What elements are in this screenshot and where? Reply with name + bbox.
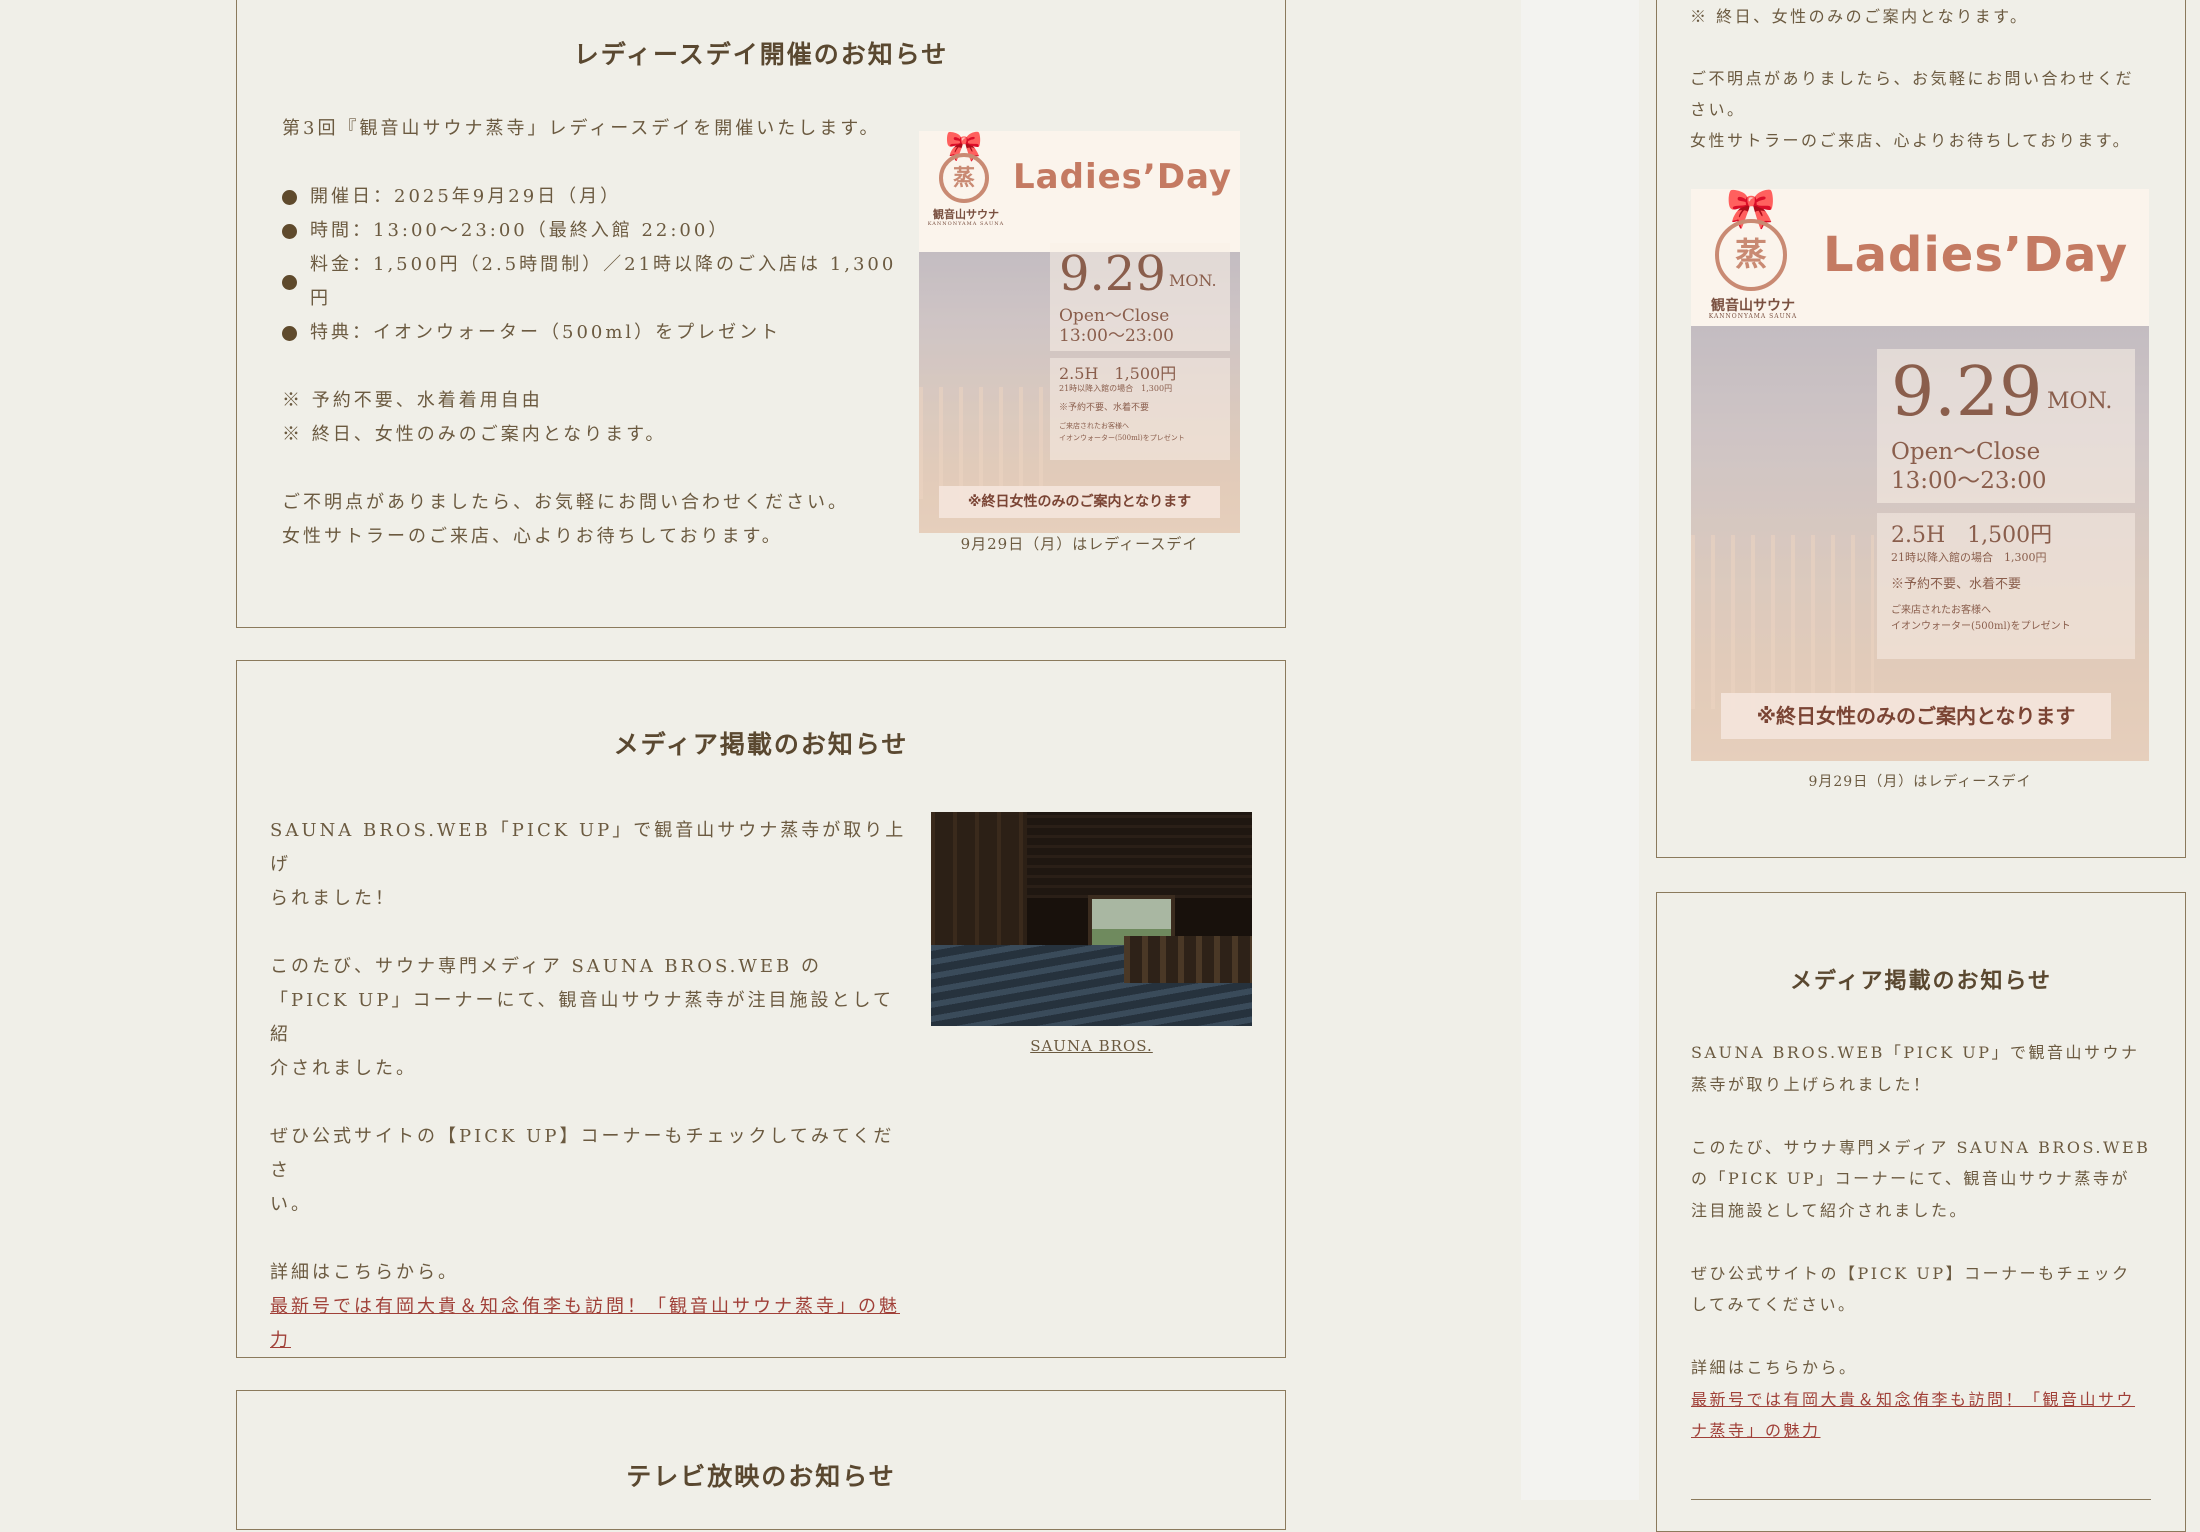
logo-icon: 蒸 [939, 153, 989, 203]
media-card: メディア掲載のお知らせ SAUNA BROS.WEB「PICK UP」で観音山サ… [236, 660, 1286, 1358]
bullet-dot [282, 189, 297, 205]
poster-brand-sub: KANNONYAMA SAUNA [927, 221, 1005, 227]
sauna-photo[interactable] [931, 812, 1252, 1026]
right-media-para1-line2: 蒸寺が取り上げられました！ [1691, 1074, 1932, 1094]
poster-banner: ※終日女性のみのご案内となります [939, 486, 1220, 518]
right-ladies-day-poster[interactable]: 🎀 蒸 観音山サウナ KANNONYAMA SAUNA Ladies’Day 9… [1691, 189, 2149, 761]
poster-gift-1: ご来店されたお客様へ [1059, 422, 1129, 430]
bullet-price: 料金：1,500円（2.5時間制）／21時以降のご入店は 1,300円 [282, 248, 902, 316]
poster-price: 2.5H 1,500円 [1059, 364, 1177, 383]
ladies-day-intro: 第3回『観音山サウナ蒸寺」レディースデイを開催いたします。 [282, 118, 881, 139]
media-card-title: メディア掲載のお知らせ [613, 730, 909, 759]
media-details-text: 詳細はこちらから。 [270, 1262, 459, 1283]
right-media-body: SAUNA BROS.WEB「PICK UP」で観音山サウナ 蒸寺が取り上げられ… [1691, 1037, 2161, 1447]
poster-price: 2.5H 1,500円 [1891, 523, 2053, 548]
right-media-card: メディア掲載のお知らせ SAUNA BROS.WEB「PICK UP」で観音山サ… [1656, 892, 2186, 1532]
right-media-para1-line1: SAUNA BROS.WEB「PICK UP」で観音山サウナ [1691, 1043, 2140, 1062]
poster-note: ※予約不要、水着不要 [1059, 403, 1150, 413]
right-media-details-text: 詳細はこちらから。 [1691, 1358, 1858, 1377]
ladies-day-title: レディースデイ開催のお知らせ [573, 40, 949, 69]
right-ladies-image-caption: 9月29日（月）はレディースデイ [1808, 774, 2032, 790]
tv-card: テレビ放映のお知らせ [236, 1390, 1286, 1530]
sauna-bros-caption-link[interactable]: SAUNA BROS. [931, 1037, 1252, 1055]
closing-line-2: 女性サトラーのご来店、心よりお待ちしております。 [282, 526, 783, 547]
ladies-day-card: レディースデイ開催のお知らせ 第3回『観音山サウナ蒸寺」レディースデイを開催いた… [236, 0, 1286, 628]
right-ladies-body: ※ 終日、女性のみのご案内となります。 ご不明点がありましたら、お気軽にお問い合… [1690, 1, 2170, 156]
poster-weekday: MON. [2047, 389, 2113, 414]
media-para3-line1: ぜひ公式サイトの【PICK UP】コーナーもチェックしてみてくださ [270, 1126, 895, 1181]
tv-card-title: テレビ放映のお知らせ [626, 1462, 896, 1491]
poster-weekday: MON. [1169, 271, 1217, 290]
poster-gift-2: イオンウォーター(500ml)をプレゼント [1891, 621, 2071, 632]
poster-gift-2: イオンウォーター(500ml)をプレゼント [1059, 434, 1185, 442]
poster-gift-1: ご来店されたお客様へ [1891, 605, 1991, 616]
right-media-article-link[interactable]: 最新号では有岡大貴＆知念侑李も訪問！「観音山サウ ナ蒸寺」の魅力 [1691, 1384, 2161, 1447]
poster-brand: 観音山サウナ [1711, 298, 1795, 314]
media-para2-line2: 「PICK UP」コーナーにて、観音山サウナ蒸寺が注目施設として紹 [270, 990, 895, 1045]
right-closing-line-1: ご不明点がありましたら、お気軽にお問い合わせくだ [1690, 69, 2135, 88]
poster-brand-sub: KANNONYAMA SAUNA [1708, 313, 1798, 320]
bullet-dot [282, 274, 297, 290]
note-women-only: ※ 終日、女性のみのご案内となります。 [282, 424, 667, 445]
poster-banner: ※終日女性のみのご案内となります [1721, 693, 2111, 739]
right-closing-line-3: 女性サトラーのご来店、心よりお待ちしております。 [1690, 131, 2132, 150]
ladies-day-image-caption: 9月29日（月）はレディースデイ [960, 535, 1199, 553]
page-gutter [1521, 0, 1639, 1500]
ladies-day-poster[interactable]: 🎀 蒸 観音山サウナ KANNONYAMA SAUNA Ladies’Day 9… [919, 131, 1240, 533]
right-media-para2-line3: 注目施設として紹介されました。 [1691, 1200, 1969, 1220]
poster-note: ※予約不要、水着不要 [1891, 577, 2022, 592]
poster-hours: 13:00〜23:00 [1059, 326, 1174, 346]
poster-date: 9.29 [1891, 353, 2043, 432]
media-article-link[interactable]: 最新号では有岡大貴＆知念侑李も訪問！「観音山サウナ蒸寺」の魅力 [270, 1290, 910, 1358]
media-para2-line1: このたび、サウナ専門メディア SAUNA BROS.WEB の [270, 956, 822, 977]
right-media-para2-line2: の「PICK UP」コーナーにて、観音山サウナ蒸寺が [1691, 1169, 2130, 1188]
right-media-para3-line1: ぜひ公式サイトの【PICK UP】コーナーもチェック [1691, 1263, 2131, 1283]
bullet-dot [282, 223, 297, 239]
bullet-date: 開催日：2025年9月29日（月） [282, 180, 902, 214]
poster-hours: 13:00〜23:00 [1891, 468, 2047, 494]
poster-price-note: 21時以降入館の場合 1,300円 [1059, 384, 1173, 393]
bullet-dot [282, 325, 297, 341]
right-media-para3-line2: してみてください。 [1691, 1295, 1857, 1314]
media-para2-line3: 介されました。 [270, 1058, 417, 1079]
poster-heading: Ladies’Day [1013, 157, 1233, 197]
media-para3-line2: い。 [270, 1194, 312, 1215]
right-ladies-card: ※ 終日、女性のみのご案内となります。 ご不明点がありましたら、お気軽にお問い合… [1656, 0, 2186, 858]
poster-brand: 観音山サウナ [933, 208, 999, 221]
note-reservation: ※ 予約不要、水着着用自由 [282, 390, 543, 411]
ladies-day-body: 第3回『観音山サウナ蒸寺」レディースデイを開催いたします。 開催日：2025年9… [282, 112, 902, 554]
poster-date: 9.29 [1059, 246, 1166, 302]
right-media-card-title: メディア掲載のお知らせ [1789, 968, 2053, 994]
logo-icon: 蒸 [1715, 219, 1787, 291]
media-para1-line2: られました！ [270, 888, 396, 909]
media-para1-line1: SAUNA BROS.WEB「PICK UP」で観音山サウナ蒸寺が取り上げ [270, 820, 907, 875]
media-card-body: SAUNA BROS.WEB「PICK UP」で観音山サウナ蒸寺が取り上げ られ… [270, 814, 910, 1358]
bullet-time: 時間：13:00〜23:00（最終入館 22:00） [282, 214, 902, 248]
poster-price-note: 21時以降入館の場合 1,300円 [1891, 551, 2047, 564]
bullet-gift: 特典：イオンウォーター（500ml）をプレゼント [282, 316, 902, 350]
closing-line-1: ご不明点がありましたら、お気軽にお問い合わせください。 [282, 492, 849, 513]
right-closing-line-2: さい。 [1690, 100, 1746, 119]
right-media-para2-line1: このたび、サウナ専門メディア SAUNA BROS.WEB [1691, 1137, 2151, 1157]
right-note-women-only: ※ 終日、女性のみのご案内となります。 [1690, 7, 2029, 26]
poster-heading: Ladies’Day [1823, 227, 2129, 283]
